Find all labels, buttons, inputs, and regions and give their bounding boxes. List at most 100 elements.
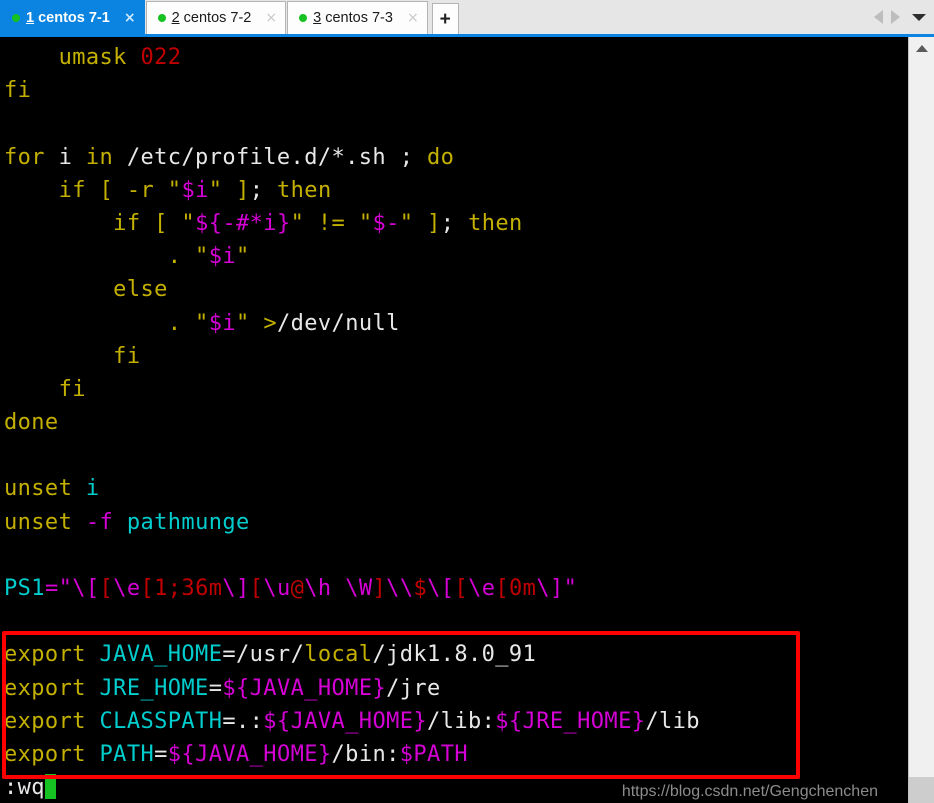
terminal-text: $ xyxy=(413,576,428,601)
scrollbar-up-button[interactable] xyxy=(909,37,934,59)
terminal-text: $i xyxy=(208,310,236,336)
terminal-text: [ xyxy=(99,576,114,601)
terminal-text: } xyxy=(372,675,387,701)
terminal-line: export JRE_HOME=${JAVA_HOME}/jre xyxy=(0,672,908,705)
terminal-text: > xyxy=(263,310,277,336)
terminal-text: PS1 xyxy=(4,576,45,601)
terminal-line: if [ -r "$i" ]; then xyxy=(0,174,908,207)
terminal-text: \\ xyxy=(386,576,414,601)
terminal-text: then xyxy=(468,210,523,236)
terminal-text: \e xyxy=(113,576,141,601)
terminal-text: export xyxy=(4,741,86,767)
arrow-right-icon[interactable] xyxy=(891,10,900,24)
terminal-text: 022 xyxy=(140,45,182,70)
tab-bar: 1 centos 7-1 × 2 centos 7-2 × 3 centos 7-3 × … xyxy=(0,0,934,37)
terminal-text: if xyxy=(58,177,86,203)
terminal-line: umask 022 xyxy=(0,41,908,74)
tab-index: 1 xyxy=(26,9,35,26)
terminal-text: " xyxy=(181,310,209,336)
terminal-text: fi xyxy=(113,343,141,369)
terminal-text: . xyxy=(167,310,182,336)
terminal-text: :wq xyxy=(4,775,45,801)
terminal-text: [ xyxy=(454,576,469,601)
terminal-text: in xyxy=(85,144,114,170)
terminal-line: fi xyxy=(0,373,908,406)
tab-label: 3 centos 7-3 xyxy=(313,10,393,26)
close-icon[interactable]: × xyxy=(265,11,277,25)
terminal-line: . "$i" >/dev/null xyxy=(0,307,908,340)
terminal-window: 1 centos 7-1 × 2 centos 7-2 × 3 centos 7-3 × … xyxy=(0,0,934,803)
terminal-text: local xyxy=(304,642,373,668)
terminal-text: " xyxy=(563,576,578,601)
close-icon[interactable]: × xyxy=(124,11,136,25)
terminal-text: fi xyxy=(58,376,86,402)
terminal-text: unset xyxy=(4,476,73,502)
tab-1[interactable]: 1 centos 7-1 × xyxy=(0,0,145,34)
close-icon[interactable]: × xyxy=(407,11,419,25)
terminal-line: unset i xyxy=(0,472,908,505)
terminal-text: for xyxy=(4,144,45,170)
terminal-text: /bin: xyxy=(331,741,400,767)
scrollbar-thumb[interactable] xyxy=(909,777,934,803)
terminal-text: -f xyxy=(85,509,114,535)
terminal-line: unset -f pathmunge xyxy=(0,506,908,539)
tab-bar-controls xyxy=(874,0,934,34)
terminal-line: PS1="\[[\e[1;36m\][\u@\h \W]\\$\[[\e[0m\… xyxy=(0,572,908,605)
terminal-text: ] xyxy=(427,210,441,236)
terminal-line: . "$i" xyxy=(0,240,908,273)
tab-2[interactable]: 2 centos 7-2 × xyxy=(145,1,287,34)
terminal-text: ] xyxy=(236,177,250,203)
tab-strip: 1 centos 7-1 × 2 centos 7-2 × 3 centos 7-3 × xyxy=(0,0,429,34)
terminal-text: ${JAVA_HOME} xyxy=(263,708,428,734)
terminal-text: -r xyxy=(126,177,155,203)
terminal-text: " xyxy=(208,177,223,203)
terminal-text: CLASSPATH xyxy=(99,708,223,734)
terminal-text: /etc/profile.d/*.sh ; xyxy=(113,144,428,170)
terminal-text: [1;36m xyxy=(140,576,223,601)
tab-3[interactable]: 3 centos 7-3 × xyxy=(287,1,428,34)
new-tab-button[interactable]: + xyxy=(431,3,459,34)
terminal-text: \] xyxy=(222,576,250,601)
terminal-text: /dev/null xyxy=(276,310,400,336)
terminal-text: i xyxy=(85,476,100,502)
terminal-text: [ xyxy=(154,210,168,236)
terminal-text: $i xyxy=(181,177,209,203)
terminal-text: if xyxy=(113,210,141,236)
terminal-text: fi xyxy=(4,78,32,104)
terminal-text-area: umask 022 fi for i in /etc/profile.d/*.sh … xyxy=(0,37,908,803)
terminal-text: " xyxy=(167,210,196,236)
scrollbar-track[interactable] xyxy=(909,59,934,777)
arrow-left-icon[interactable] xyxy=(874,10,883,24)
terminal-text: umask xyxy=(58,45,127,70)
terminal-screen[interactable]: umask 022 fi for i in /etc/profile.d/*.sh … xyxy=(0,37,908,803)
chevron-down-icon[interactable] xyxy=(912,13,926,21)
terminal-text: \u xyxy=(263,576,291,601)
terminal-text: export xyxy=(4,708,86,734)
terminal-text: /lib xyxy=(645,708,700,734)
terminal-text: $- xyxy=(372,210,400,236)
terminal-text: =/usr/ xyxy=(222,642,305,668)
vertical-scrollbar[interactable] xyxy=(908,37,934,803)
terminal-text: " xyxy=(399,210,414,236)
status-dot-icon xyxy=(299,14,308,22)
terminal-text: then xyxy=(277,177,332,203)
terminal-line: export PATH=${JAVA_HOME}/bin:$PATH xyxy=(0,738,908,771)
text-cursor xyxy=(44,774,56,800)
terminal-text: ; xyxy=(249,177,278,203)
terminal-line: for i in /etc/profile.d/*.sh ; do xyxy=(0,141,908,174)
terminal-text: /jdk1.8.0_91 xyxy=(372,642,537,668)
terminal-text: do xyxy=(427,144,455,170)
